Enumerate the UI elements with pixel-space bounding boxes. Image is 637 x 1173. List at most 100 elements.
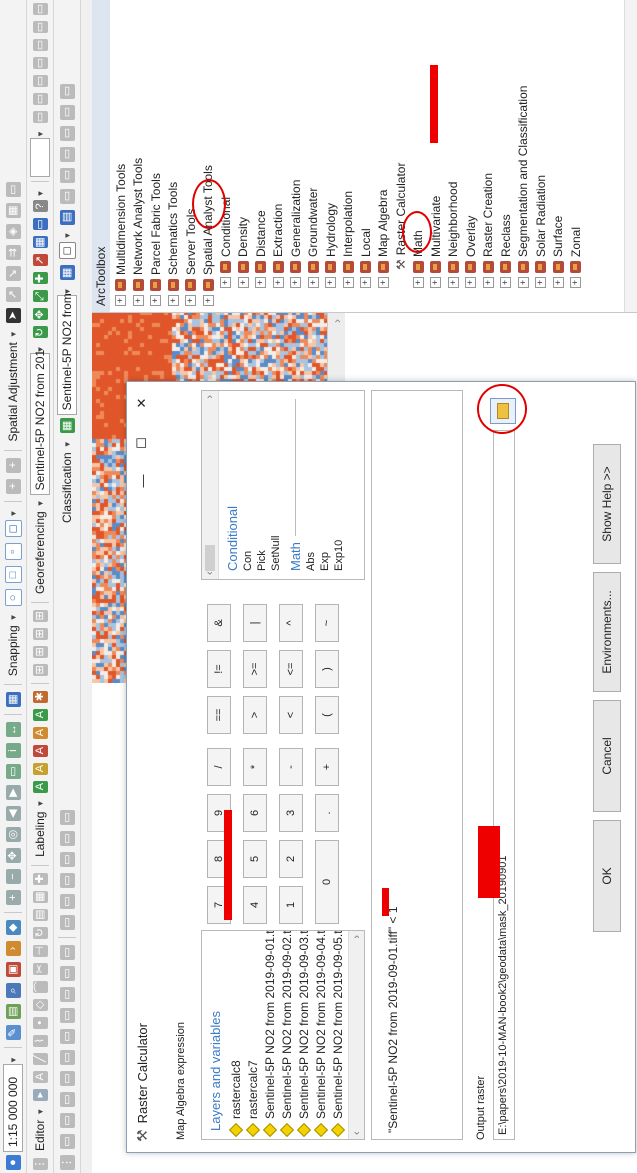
chevron-down-icon[interactable]: ▼ <box>36 800 45 808</box>
keypad-key[interactable]: > <box>243 696 267 734</box>
keypad-key[interactable]: 6 <box>243 794 267 832</box>
reshape-icon[interactable]: ⌒ <box>32 980 48 993</box>
tool-list-item[interactable]: Abs <box>305 391 319 571</box>
layers-listbox[interactable]: Layers and variables rastercalc8 rasterca… <box>201 930 365 1140</box>
layer-list-item[interactable]: rastercalc7 <box>244 931 261 1139</box>
chevron-down-icon[interactable]: ▼ <box>36 130 45 138</box>
tool-icon[interactable]: ▭ <box>32 39 48 52</box>
minimize-button[interactable]: — <box>135 462 150 500</box>
arctoolbox-icon[interactable]: ▣ <box>5 962 21 978</box>
add-control-points-icon[interactable]: ✚ <box>32 272 48 285</box>
tool-icon[interactable]: ▭ <box>59 167 75 183</box>
split-icon[interactable]: ⊣ <box>32 944 48 957</box>
keypad-key[interactable]: <= <box>279 650 303 688</box>
toolbox-item[interactable]: + Reclass <box>497 214 514 288</box>
expand-icon[interactable]: + <box>150 295 161 306</box>
tool-icon[interactable]: ▭ <box>59 1008 75 1023</box>
keypad-key[interactable]: - <box>279 748 303 786</box>
expand-icon[interactable]: + <box>132 295 144 306</box>
scroll-thumb[interactable] <box>205 545 215 572</box>
keypad-key[interactable]: ( <box>315 696 339 734</box>
tool-icon[interactable]: ▭ <box>59 1092 75 1107</box>
tool-icon[interactable]: ▭ <box>59 1134 75 1149</box>
toolbox-item[interactable]: + Schematics Tools <box>165 182 182 306</box>
expand-icon[interactable]: + <box>220 277 231 288</box>
chevron-down-icon[interactable]: ▼ <box>9 1056 18 1064</box>
training-manager-icon[interactable]: ▤ <box>59 209 75 225</box>
keypad-key[interactable]: != <box>207 650 231 688</box>
pan-icon[interactable]: ✥ <box>5 848 21 864</box>
toolbox-item[interactable]: + Density <box>235 217 252 288</box>
training-sample-icon[interactable]: ▦ <box>59 265 75 281</box>
keypad-key[interactable]: 5 <box>243 840 267 878</box>
create-features-icon[interactable]: ✚ <box>32 872 48 885</box>
environments-button[interactable]: Environments... <box>593 572 621 692</box>
layer-list-item[interactable]: Sentinel-5P NO2 from 2019-09-02.tiff <box>278 930 295 1139</box>
globe-icon[interactable]: ● <box>5 1155 21 1170</box>
rotate-georef-icon[interactable]: ↻ <box>32 326 48 339</box>
tool-icon[interactable]: ▭ <box>59 966 75 981</box>
expand-icon[interactable]: + <box>202 295 214 306</box>
scroll-left-icon[interactable]: ‹ <box>204 571 216 575</box>
end-snap-icon[interactable]: □ <box>4 566 22 584</box>
expand-icon[interactable]: + <box>570 277 581 288</box>
label-manager-icon[interactable]: A <box>32 780 48 793</box>
expand-icon[interactable]: + <box>447 277 459 288</box>
zoom-in-icon[interactable]: + <box>5 890 21 906</box>
new-displacement-link-icon[interactable]: ↗ <box>5 287 21 303</box>
expand-icon[interactable]: + <box>500 277 511 288</box>
select-features-icon[interactable]: ▭ <box>5 764 21 780</box>
modify-link-icon[interactable]: ↘ <box>5 266 21 282</box>
lock-labels-icon[interactable]: A <box>32 744 48 757</box>
label-options-icon[interactable]: ✱ <box>32 690 48 703</box>
toolbox-item[interactable]: + Groundwater <box>305 188 322 288</box>
tool-icon[interactable]: ▭ <box>59 894 75 909</box>
georef-viewer-icon[interactable]: ▭ <box>32 218 48 231</box>
tool-list-item[interactable]: SetNull <box>270 391 284 571</box>
rotate-icon[interactable]: ↻ <box>32 926 48 939</box>
expand-icon[interactable]: + <box>465 277 476 288</box>
georef-tool-icon[interactable]: ⊞ <box>32 627 48 640</box>
toolbox-item[interactable]: + Network Analyst Tools <box>130 158 147 306</box>
point-snap-icon[interactable]: ○ <box>4 589 22 607</box>
expand-icon[interactable]: + <box>377 277 389 288</box>
tool-icon[interactable]: ▭ <box>59 104 75 120</box>
tool-icon[interactable]: ▭ <box>59 810 75 825</box>
chevron-down-icon[interactable]: ▼ <box>9 613 18 621</box>
draw-polygon-icon[interactable]: ◻ <box>58 242 76 260</box>
spatial-adjustment-menu[interactable]: Spatial Adjustment <box>6 342 20 441</box>
full-extent-icon[interactable]: ◎ <box>5 827 21 843</box>
point-icon[interactable]: • <box>32 1016 48 1029</box>
scale-icon[interactable]: ⤢ <box>32 290 48 303</box>
edge-snap-icon[interactable]: ◻ <box>4 520 22 538</box>
label-weight-icon[interactable]: A <box>32 762 48 775</box>
multiple-link-icon[interactable]: ⇉ <box>5 245 21 261</box>
view-unplaced-icon[interactable]: A <box>32 708 48 721</box>
output-raster-field[interactable]: E:\papers\2019-10-MAN-book2\geodata\mask… <box>493 430 515 1140</box>
toolbox-item[interactable]: + Neighborhood <box>445 182 462 288</box>
cut-polygon-icon[interactable]: ✂ <box>32 962 48 975</box>
editor-toolbar-icon[interactable]: ✎ <box>5 1025 21 1041</box>
toolbox-item[interactable]: + Server Tools <box>182 209 199 306</box>
keypad-key[interactable]: ~ <box>315 604 339 642</box>
help-icon[interactable]: ? <box>32 200 48 213</box>
select-link-icon[interactable]: ↗ <box>32 254 48 267</box>
tool-icon[interactable]: ▭ <box>59 1050 75 1065</box>
layer-list-item[interactable]: Sentinel-5P NO2 from 2019-09-04.tiff <box>312 930 329 1139</box>
expand-icon[interactable]: + <box>412 277 424 288</box>
layer-list-item[interactable]: Sentinel-5P NO2 from 2019-09-01.tiff <box>261 930 278 1139</box>
expand-icon[interactable]: + <box>535 277 546 288</box>
keypad-key[interactable]: / <box>207 748 231 786</box>
expand-icon[interactable]: + <box>167 295 179 306</box>
snap-tool-icon[interactable]: + <box>5 457 21 473</box>
ok-button[interactable]: OK <box>593 820 621 932</box>
toolbox-item[interactable]: + Local <box>357 228 374 288</box>
classification-menu[interactable]: Classification <box>60 452 74 523</box>
expand-icon[interactable]: + <box>552 277 564 288</box>
chevron-down-icon[interactable]: ▼ <box>36 190 45 198</box>
tool-icon[interactable]: ▭ <box>59 1029 75 1044</box>
expand-icon[interactable]: + <box>325 277 336 288</box>
tool-icon[interactable]: ▭ <box>32 111 48 124</box>
expand-icon[interactable]: + <box>430 277 441 288</box>
tool-icon[interactable]: ▭ <box>59 987 75 1002</box>
